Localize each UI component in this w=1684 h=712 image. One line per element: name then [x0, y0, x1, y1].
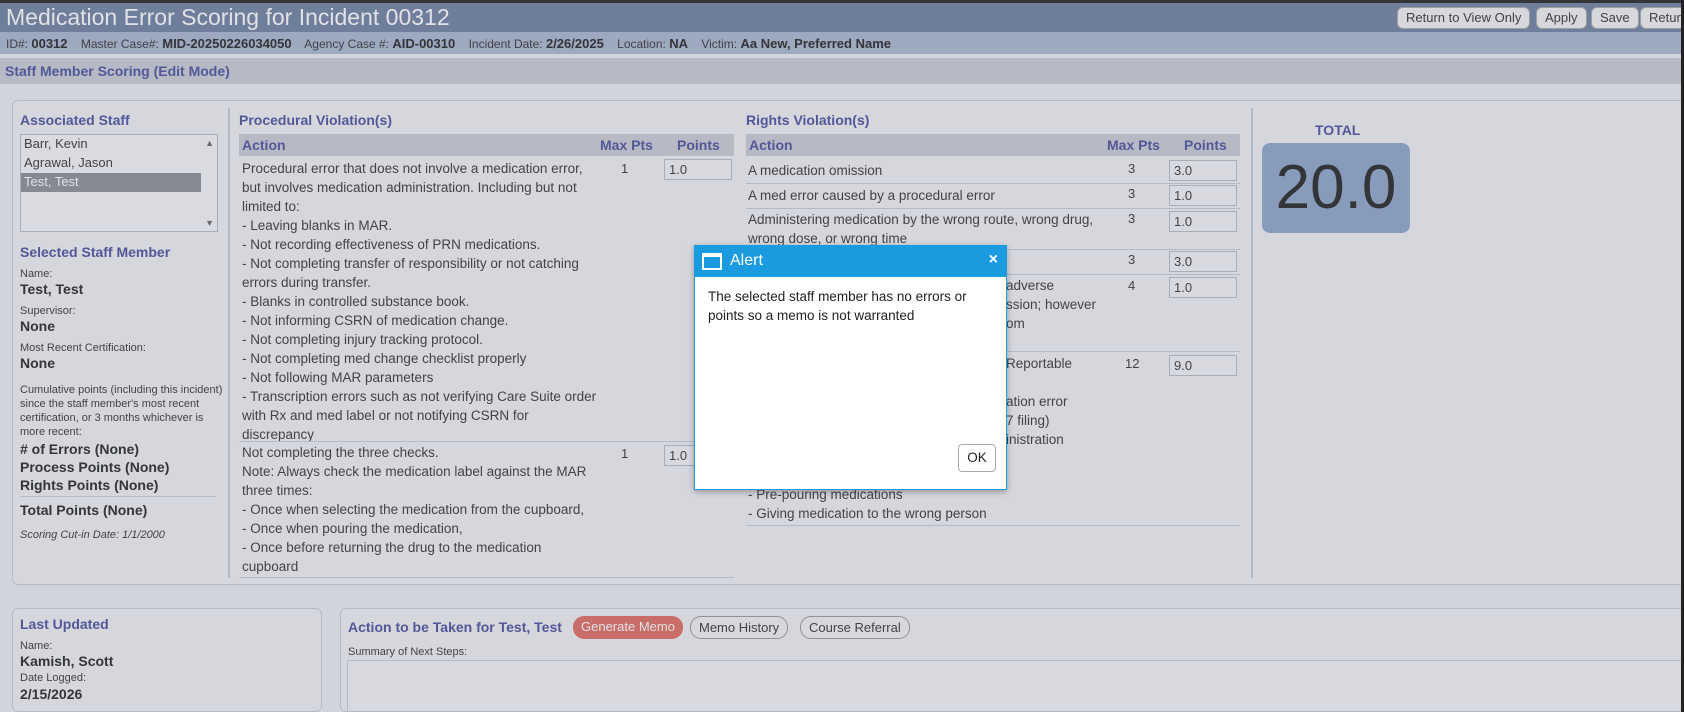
dialog-message: The selected staff member has no errors …	[708, 289, 967, 323]
dialog-header: Alert ×	[695, 246, 1006, 277]
ok-button[interactable]: OK	[958, 444, 996, 472]
close-icon[interactable]: ×	[989, 251, 998, 269]
alert-dialog: Alert × The selected staff member has no…	[694, 245, 1007, 490]
dialog-title: Alert	[730, 252, 763, 269]
window-icon	[702, 253, 722, 270]
